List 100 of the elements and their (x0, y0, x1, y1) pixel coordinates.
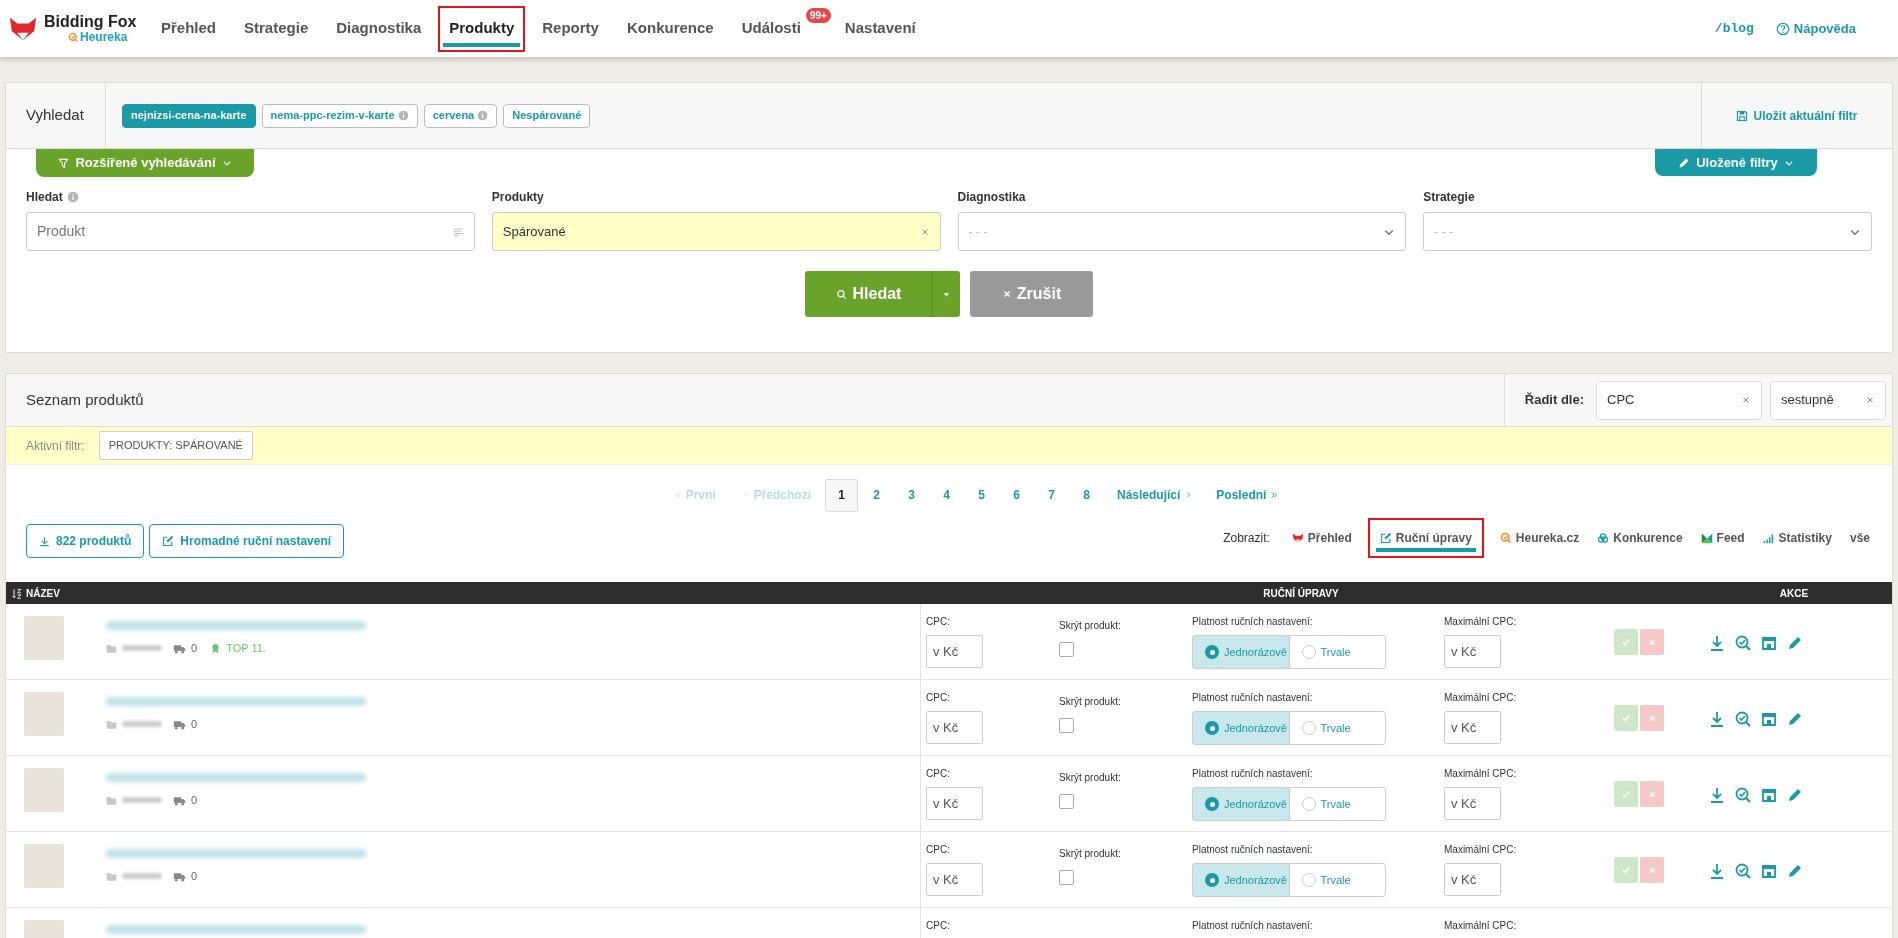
search-button[interactable]: Hledat (805, 271, 960, 317)
edit-icon[interactable] (1787, 711, 1803, 727)
page-link[interactable]: 5 (965, 478, 998, 512)
magnifier-check-icon[interactable] (1735, 635, 1751, 651)
nav-tab[interactable]: Nastavení (833, 5, 927, 52)
download-icon[interactable] (1709, 787, 1725, 803)
magnifier-check-icon[interactable] (1735, 863, 1751, 879)
nav-tab[interactable]: Produkty (438, 5, 526, 52)
validity-radio[interactable]: Jednorázově (1192, 711, 1290, 745)
bulk-edit-button[interactable]: Hromadné ruční nastavení (149, 524, 345, 558)
export-button[interactable]: 822 produktů (26, 524, 145, 558)
magnifier-check-icon[interactable] (1735, 787, 1751, 803)
nav-tab[interactable]: Strategie (233, 5, 320, 52)
next-page-link[interactable]: Následující (1107, 486, 1203, 504)
quick-filter-chip[interactable]: cervena (423, 103, 498, 128)
last-page-link[interactable]: Poslední (1206, 486, 1289, 504)
checkbox[interactable] (1059, 794, 1074, 809)
nav-tab[interactable]: Konkurence (615, 5, 725, 52)
cpc-input[interactable]: v Kč (926, 787, 983, 820)
column-header: RUČNÍ ÚPRAVY (1262, 586, 1340, 601)
validity-radio[interactable]: Trvale (1288, 787, 1386, 821)
save-filter-button[interactable]: Uložit aktuální filtr (1736, 106, 1858, 125)
view-option[interactable]: Statistiky (1760, 518, 1834, 558)
dropdown[interactable]: - - - (1423, 212, 1872, 251)
checkbox[interactable] (1059, 870, 1074, 885)
max-cpc-input[interactable]: v Kč (1444, 635, 1501, 668)
checkbox[interactable] (1059, 642, 1074, 657)
validity-label: Platnost ručních nastavení: (1192, 615, 1314, 629)
max-cpc-label: Maximální CPC: (1444, 615, 1518, 629)
store-icon[interactable] (1761, 787, 1777, 803)
sort-select[interactable]: sestupně (1770, 380, 1886, 420)
nav-tab[interactable]: Diagnostika (325, 5, 433, 52)
store-icon[interactable] (1761, 863, 1777, 879)
column-header: NÁZEV (26, 586, 60, 601)
page-link[interactable]: 3 (895, 478, 928, 512)
dropdown[interactable]: - - - (957, 212, 1407, 251)
chevron-right-icon (1184, 491, 1193, 499)
advanced-search-button[interactable]: Rozšířené vyhledávání (36, 149, 254, 177)
view-option[interactable]: Feed (1698, 518, 1747, 558)
validity-radio[interactable]: Jednorázově (1192, 863, 1290, 897)
max-cpc-input[interactable]: v Kč (1444, 711, 1501, 744)
store-icon[interactable] (1761, 711, 1777, 727)
help-link[interactable]: Nápověda (1775, 18, 1856, 39)
view-option[interactable]: Konkurence (1595, 518, 1685, 558)
edit-icon (162, 535, 175, 547)
page-link[interactable]: 1 (825, 478, 858, 512)
triangles-icon (1700, 532, 1713, 544)
edit-icon[interactable] (1787, 635, 1803, 651)
edit-icon[interactable] (1787, 863, 1803, 879)
max-cpc-input[interactable]: v Kč (1444, 787, 1501, 820)
validity-radio[interactable]: Trvale (1288, 711, 1386, 745)
download-icon[interactable] (1709, 711, 1725, 727)
cpc-label: CPC: (926, 767, 951, 781)
list-title: Seznam produktů (26, 389, 144, 410)
nav-tab[interactable]: Reporty (531, 5, 610, 52)
blog-link[interactable]: /blog (1714, 18, 1754, 39)
products-select[interactable]: Spárované (491, 212, 941, 251)
nav-tab[interactable]: Přehled (150, 5, 228, 52)
page-link[interactable]: 7 (1035, 478, 1068, 512)
download-icon[interactable] (1709, 863, 1725, 879)
chevron-down-icon (221, 158, 232, 168)
store-icon[interactable] (1761, 635, 1777, 651)
info-icon (397, 110, 409, 121)
validity-radio[interactable]: Jednorázově (1192, 787, 1290, 821)
cpc-input[interactable]: v Kč (926, 863, 983, 896)
quick-filter-chip[interactable]: Nespárované (503, 103, 591, 128)
cancel-button[interactable]: Zrušit (970, 271, 1093, 317)
page-link[interactable]: 4 (930, 478, 963, 512)
magnifier-icon (1499, 532, 1512, 544)
hide-product-label: Skrýt produkt: (1059, 619, 1122, 633)
validity-radio[interactable]: Trvale (1288, 635, 1386, 669)
magnifier-check-icon[interactable] (1735, 711, 1751, 727)
max-cpc-label: Maximální CPC: (1444, 767, 1518, 781)
validity-radio[interactable]: Jednorázově (1192, 635, 1290, 669)
product-image-placeholder (24, 768, 64, 812)
validity-label: Platnost ručních nastavení: (1192, 691, 1314, 705)
cpc-input[interactable]: v Kč (926, 711, 983, 744)
view-option[interactable]: vše (1847, 518, 1872, 558)
view-option[interactable]: Přehled (1289, 518, 1354, 558)
view-label: Zobrazit: (1223, 530, 1270, 547)
sort-select[interactable]: CPC (1596, 380, 1762, 420)
hide-product-label: Skrýt produkt: (1059, 847, 1122, 861)
edit-icon[interactable] (1787, 787, 1803, 803)
saved-filters-button[interactable]: Uložené filtry (1655, 149, 1817, 176)
download-icon[interactable] (1709, 635, 1725, 651)
view-option[interactable]: Heureka.cz (1497, 518, 1582, 558)
clear-icon (1865, 395, 1875, 405)
search-field[interactable]: Produkt (26, 212, 475, 251)
quick-filter-chip[interactable]: nema-ppc-rezim-v-karte (261, 103, 418, 128)
fox-icon (1291, 532, 1304, 544)
view-option[interactable]: Ruční úpravy (1367, 518, 1484, 558)
validity-radio[interactable]: Trvale (1288, 863, 1386, 897)
checkbox[interactable] (1059, 718, 1074, 733)
page-link[interactable]: 6 (1000, 478, 1033, 512)
max-cpc-input[interactable]: v Kč (1444, 863, 1501, 896)
max-cpc-label: Maximální CPC: (1444, 843, 1518, 857)
quick-filter-chip[interactable]: nejnizsi-cena-na-karte (122, 103, 256, 128)
page-link[interactable]: 8 (1070, 478, 1103, 512)
page-link[interactable]: 2 (860, 478, 893, 512)
cpc-input[interactable]: v Kč (926, 635, 983, 668)
